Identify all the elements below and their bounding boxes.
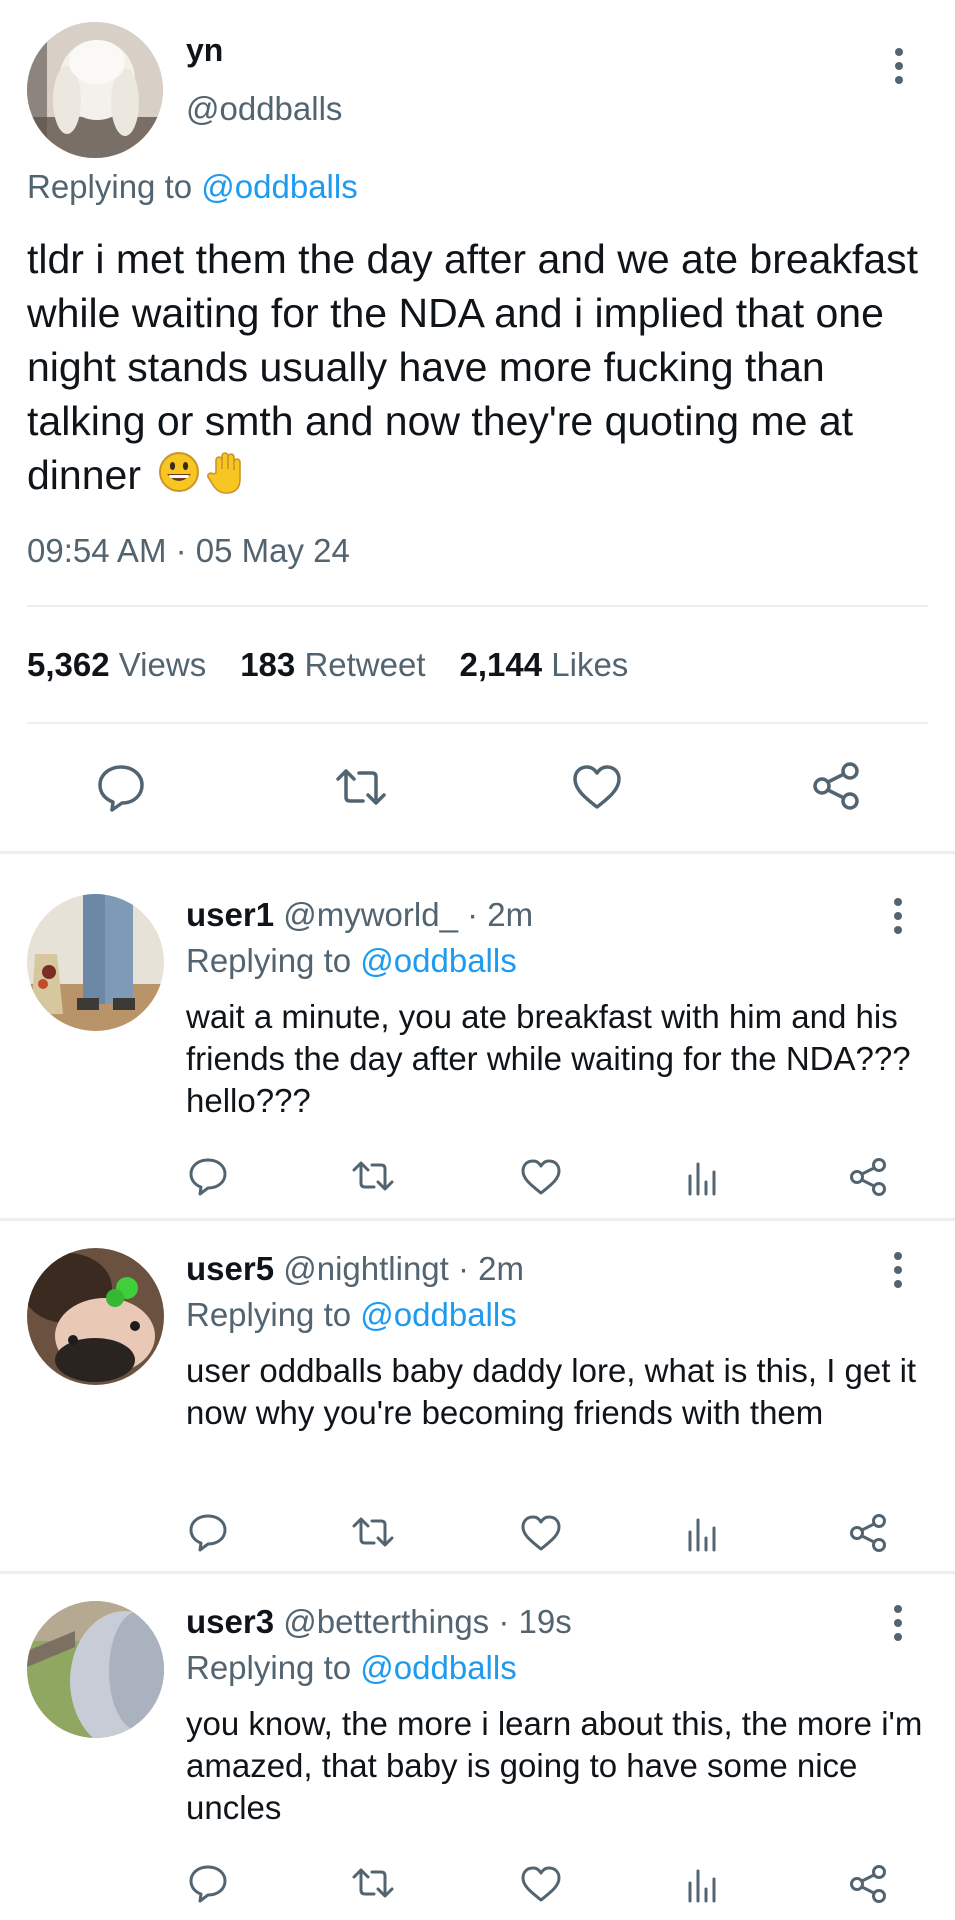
- tweet-stats: 5,362 Views 183 Retweet 2,144 Likes: [27, 646, 628, 684]
- reply-icon[interactable]: [188, 1863, 228, 1910]
- retweet-icon[interactable]: [350, 1158, 396, 1199]
- share-icon[interactable]: [848, 1863, 890, 1910]
- reply-tweet[interactable]: user5 @nightlingt · 2m Replying to @oddb…: [0, 1208, 955, 1572]
- likes-label: Likes: [551, 646, 629, 683]
- grinning-face-emoji: [158, 451, 200, 506]
- views-label: Views: [118, 646, 207, 683]
- reply-text: user oddballs baby daddy lore, what is t…: [186, 1352, 917, 1431]
- replying-to: Replying to @oddballs: [186, 1296, 517, 1334]
- views-icon[interactable]: [686, 1865, 720, 1908]
- avatar-image: [27, 894, 164, 1031]
- reply-author-name[interactable]: user1: [186, 896, 274, 933]
- reply-text: you know, the more i learn about this, t…: [186, 1705, 923, 1826]
- views-count: 5,362: [27, 646, 110, 683]
- avatar[interactable]: [27, 22, 163, 158]
- avatar-image: [27, 22, 163, 158]
- divider: [27, 605, 928, 607]
- reply-icon[interactable]: [95, 761, 147, 818]
- reply-author-handle[interactable]: @nightlingt: [283, 1250, 449, 1287]
- likes-stat[interactable]: 2,144 Likes: [460, 646, 629, 684]
- views-icon[interactable]: [686, 1514, 720, 1557]
- like-icon[interactable]: [520, 1514, 562, 1557]
- avatar[interactable]: [27, 1248, 164, 1385]
- retweet-icon[interactable]: [332, 763, 390, 816]
- retweets-stat[interactable]: 183 Retweet: [240, 646, 425, 684]
- divider: [27, 722, 928, 724]
- like-icon[interactable]: [571, 763, 623, 816]
- replying-handle-link[interactable]: @oddballs: [360, 1296, 516, 1333]
- reply-author-name[interactable]: user5: [186, 1250, 274, 1287]
- reply-time: · 2m: [467, 896, 534, 933]
- tweet-actions: [0, 755, 955, 819]
- reply-tweet[interactable]: user3 @betterthings · 19s Replying to @o…: [0, 1561, 955, 1920]
- replying-to: Replying to @oddballs: [186, 942, 517, 980]
- main-tweet: yn @oddballs Replying to @oddballs tldr …: [0, 0, 955, 852]
- share-icon[interactable]: [848, 1512, 890, 1559]
- retweets-label: Retweet: [304, 646, 426, 683]
- replying-to: Replying to @oddballs: [186, 1649, 517, 1687]
- more-options-icon[interactable]: [891, 1605, 905, 1641]
- avatar-image: [27, 1248, 164, 1385]
- replying-prefix: Replying to: [186, 1649, 352, 1686]
- display-name[interactable]: yn: [186, 32, 223, 69]
- tweet-timestamp: 09:54 AM · 05 May 24: [27, 532, 350, 569]
- replying-handle-link[interactable]: @oddballs: [201, 168, 357, 205]
- reply-tweet[interactable]: user1 @myworld_ · 2m Replying to @oddbal…: [0, 854, 955, 1218]
- replying-handle-link[interactable]: @oddballs: [360, 1649, 516, 1686]
- reply-actions: [0, 1861, 955, 1911]
- reply-actions: [0, 1154, 955, 1204]
- reply-icon[interactable]: [188, 1156, 228, 1203]
- retweet-icon[interactable]: [350, 1865, 396, 1906]
- raised-hand-emoji: [206, 449, 248, 508]
- reply-time: · 19s: [498, 1603, 572, 1640]
- avatar[interactable]: [27, 1601, 164, 1738]
- user-handle[interactable]: @oddballs: [186, 90, 342, 128]
- reply-header: user3 @betterthings · 19s: [186, 1603, 572, 1641]
- more-options-icon[interactable]: [892, 48, 906, 84]
- replying-prefix: Replying to: [186, 942, 352, 979]
- share-icon[interactable]: [848, 1156, 890, 1203]
- reply-actions: [0, 1510, 955, 1560]
- reply-header: user5 @nightlingt · 2m: [186, 1250, 524, 1288]
- like-icon[interactable]: [520, 1158, 562, 1201]
- like-icon[interactable]: [520, 1865, 562, 1908]
- views-icon[interactable]: [686, 1158, 720, 1201]
- reply-author-name[interactable]: user3: [186, 1603, 274, 1640]
- reply-author-handle[interactable]: @myworld_: [283, 896, 458, 933]
- tweet-text: tldr i met them the day after and we ate…: [27, 232, 927, 508]
- reply-text: wait a minute, you ate breakfast with hi…: [186, 998, 911, 1119]
- share-icon[interactable]: [810, 759, 864, 818]
- reply-header: user1 @myworld_ · 2m: [186, 896, 533, 934]
- reply-author-handle[interactable]: @betterthings: [283, 1603, 489, 1640]
- reply-icon[interactable]: [188, 1512, 228, 1559]
- views-stat[interactable]: 5,362 Views: [27, 646, 206, 684]
- replying-handle-link[interactable]: @oddballs: [360, 942, 516, 979]
- replying-to: Replying to @oddballs: [27, 168, 358, 206]
- replying-prefix: Replying to: [186, 1296, 352, 1333]
- more-options-icon[interactable]: [891, 1252, 905, 1288]
- replying-prefix: Replying to: [27, 168, 193, 205]
- reply-time: · 2m: [458, 1250, 525, 1287]
- likes-count: 2,144: [459, 646, 543, 683]
- more-options-icon[interactable]: [891, 898, 905, 934]
- retweets-count: 183: [240, 646, 296, 683]
- avatar[interactable]: [27, 894, 164, 1031]
- retweet-icon[interactable]: [350, 1514, 396, 1555]
- avatar-image: [27, 1601, 164, 1738]
- tweet-thread-screen: yn @oddballs Replying to @oddballs tldr …: [0, 0, 955, 1920]
